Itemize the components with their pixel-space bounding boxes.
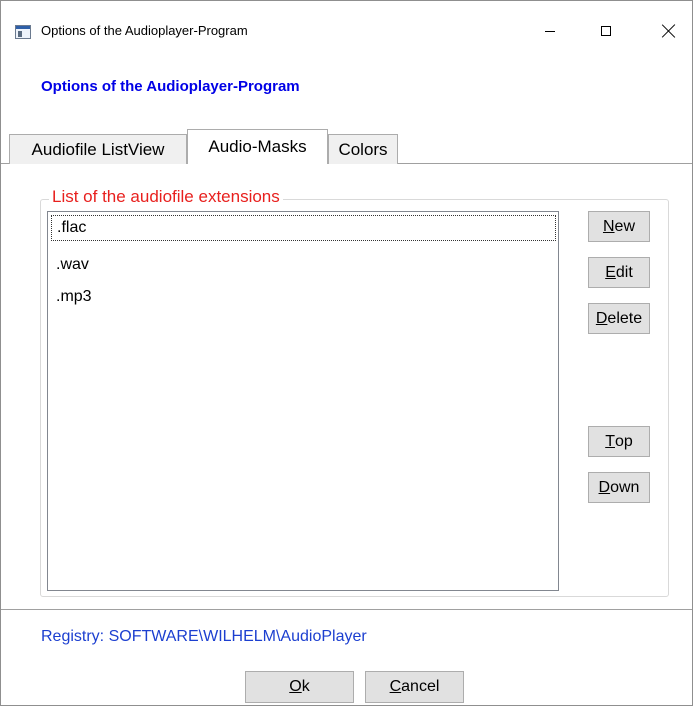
cancel-button-label: ancel — [401, 678, 440, 695]
down-button[interactable]: Down — [588, 472, 650, 503]
close-icon — [662, 24, 676, 38]
close-button[interactable] — [646, 15, 692, 47]
maximize-button[interactable] — [583, 15, 629, 47]
delete-button-label: elete — [607, 309, 643, 327]
ok-button[interactable]: Ok — [245, 671, 354, 703]
list-item-wav[interactable]: .wav — [51, 253, 556, 279]
title-bar[interactable]: Options of the Audioplayer-Program — [1, 1, 692, 57]
dialog-header: Options of the Audioplayer-Program — [41, 78, 300, 95]
edit-button-label: dit — [615, 263, 633, 281]
extensions-listbox[interactable]: .flac .wav .mp3 — [47, 211, 559, 591]
registry-path-label: Registry: SOFTWARE\WILHELM\AudioPlayer — [41, 628, 367, 645]
down-button-label: own — [610, 478, 640, 496]
ok-button-label: k — [301, 678, 310, 695]
list-item-flac[interactable]: .flac — [51, 215, 556, 241]
bottom-divider — [1, 609, 692, 610]
minimize-icon — [545, 30, 555, 32]
top-button-mnemonic: T — [605, 432, 615, 450]
delete-button[interactable]: Delete — [588, 303, 650, 334]
new-button[interactable]: New — [588, 211, 650, 242]
minimize-button[interactable] — [527, 15, 573, 47]
ok-button-mnemonic: O — [289, 678, 302, 695]
down-button-mnemonic: D — [598, 478, 611, 496]
edit-button[interactable]: Edit — [588, 257, 650, 288]
list-item-mp3[interactable]: .mp3 — [51, 285, 556, 311]
app-window-icon — [15, 25, 31, 39]
top-button[interactable]: Top — [588, 426, 650, 457]
delete-button-mnemonic: D — [595, 309, 608, 327]
cancel-button-mnemonic: C — [389, 678, 402, 695]
maximize-icon — [601, 26, 611, 36]
top-button-label: op — [614, 432, 633, 450]
window-title: Options of the Audioplayer-Program — [41, 23, 248, 38]
options-window: Options of the Audioplayer-Program Optio… — [0, 0, 693, 706]
tab-audio-masks[interactable]: Audio-Masks — [187, 129, 328, 164]
cancel-button[interactable]: Cancel — [365, 671, 464, 703]
extensions-group-legend: List of the audiofile extensions — [49, 187, 283, 207]
new-button-label: ew — [614, 217, 635, 235]
tab-colors[interactable]: Colors — [328, 134, 398, 164]
edit-button-mnemonic: E — [605, 263, 616, 281]
tab-audiofile-listview[interactable]: Audiofile ListView — [9, 134, 187, 164]
new-button-mnemonic: N — [602, 217, 615, 235]
